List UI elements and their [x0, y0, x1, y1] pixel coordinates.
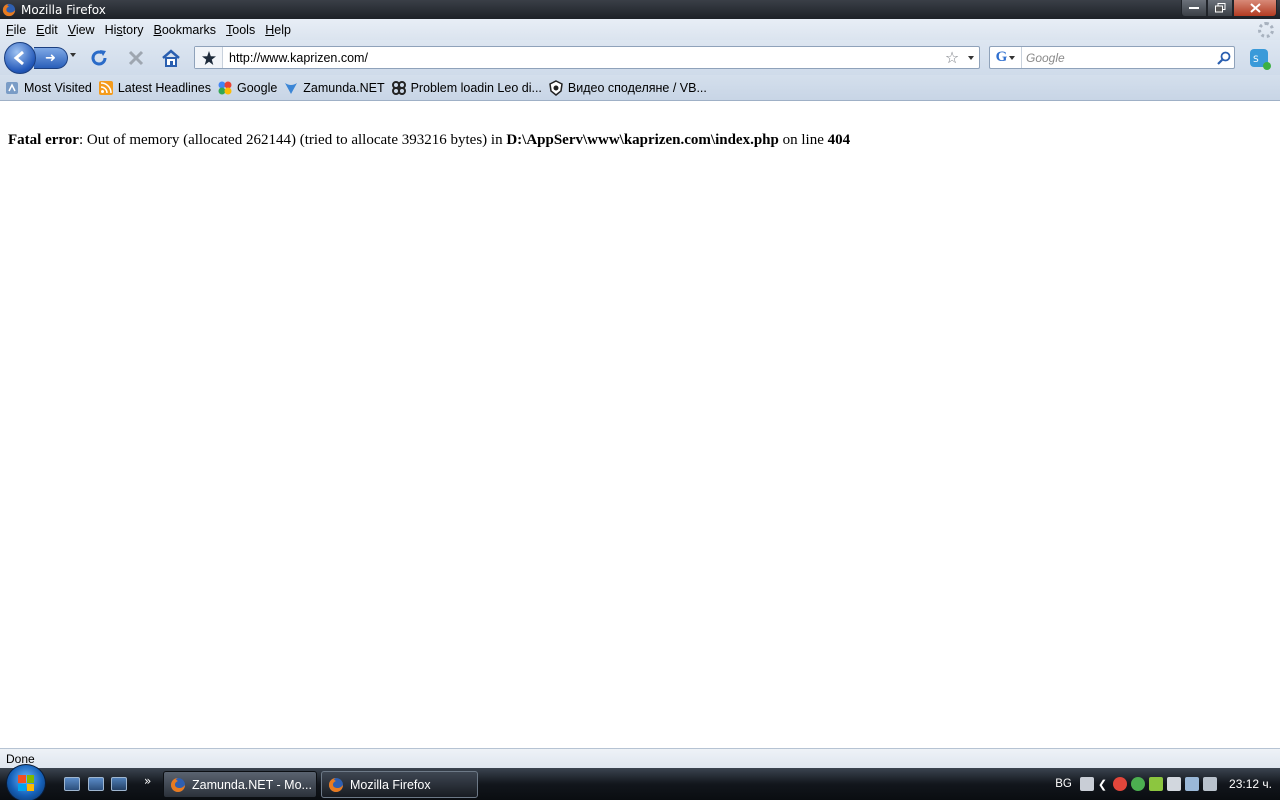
zamunda-icon — [283, 80, 299, 96]
stop-icon — [128, 50, 144, 66]
bookmark-problem-loading[interactable]: Problem loadin Leo di... — [391, 80, 542, 96]
bookmark-latest-headlines[interactable]: Latest Headlines — [98, 80, 211, 96]
tray-app-icon-green[interactable] — [1131, 777, 1146, 791]
tray-expand-icon[interactable]: ❮ — [1098, 778, 1107, 791]
url-bar: ☆ — [194, 46, 980, 69]
skype-addon-icon[interactable]: S — [1248, 47, 1272, 71]
language-indicator[interactable]: BG — [1055, 778, 1072, 790]
most-visited-icon — [4, 80, 20, 96]
search-bar: G — [989, 46, 1235, 69]
error-on-line-text: on line — [778, 132, 828, 148]
chevron-down-icon — [968, 55, 974, 60]
bookmark-video-sharing[interactable]: Видео споделяне / VB... — [548, 79, 707, 96]
taskbar-item-firefox[interactable]: Mozilla Firefox — [321, 771, 478, 798]
window-title: Mozilla Firefox — [21, 2, 106, 17]
site-identity-button[interactable] — [195, 47, 223, 68]
fatal-error-message: Fatal error: Out of memory (allocated 26… — [8, 132, 850, 149]
volume-icon[interactable] — [1203, 777, 1218, 791]
firefox-icon — [171, 777, 185, 792]
throbber-icon — [1258, 22, 1274, 38]
vbox-icon — [548, 79, 564, 96]
menu-history[interactable]: History — [101, 23, 148, 37]
menu-edit[interactable]: Edit — [32, 23, 62, 37]
bookmark-star-icon[interactable]: ☆ — [941, 48, 963, 67]
home-button[interactable] — [161, 48, 181, 68]
taskbar: » Zamunda.NET - Mo... Mozilla Firefox BG… — [0, 764, 1280, 800]
chevron-down-icon — [1009, 55, 1016, 60]
quicklaunch-more-icon[interactable]: » — [144, 774, 151, 788]
firefox-icon — [329, 777, 343, 792]
search-icon — [1217, 51, 1231, 65]
minimize-button[interactable] — [1181, 0, 1207, 17]
menu-tools[interactable]: Tools — [222, 23, 259, 37]
quicklaunch-app-icon[interactable] — [111, 777, 127, 791]
firefox-icon — [2, 3, 16, 16]
tray-app-icon[interactable] — [1167, 777, 1182, 791]
site-favicon-icon — [201, 50, 216, 65]
tray-app-icon-lime[interactable] — [1149, 777, 1164, 791]
google-engine-icon: G — [995, 49, 1008, 65]
url-dropdown-button[interactable] — [963, 55, 979, 60]
arrow-left-icon — [13, 50, 24, 66]
close-icon — [1249, 3, 1261, 13]
restore-icon — [1214, 3, 1225, 13]
bookmarks-toolbar: Most Visited Latest Headlines Google Zam… — [0, 75, 1280, 101]
error-file-path: D:\AppServ\www\kaprizen.com\index.php — [506, 132, 779, 148]
error-line-number: 404 — [827, 132, 851, 148]
system-tray: BG ❮ 23:12 ч. — [1055, 768, 1280, 800]
title-bar: Mozilla Firefox — [0, 0, 1280, 19]
stop-button[interactable] — [126, 48, 146, 68]
navigation-toolbar: ➜ ☆ G S — [0, 40, 1280, 75]
reload-button[interactable] — [89, 48, 109, 68]
keyboard-icon[interactable] — [1079, 777, 1094, 791]
clock[interactable]: 23:12 ч. — [1229, 777, 1272, 791]
status-text: Done — [6, 751, 35, 766]
reload-icon — [91, 50, 107, 66]
history-dropdown-icon[interactable] — [70, 53, 76, 57]
url-input[interactable] — [223, 50, 941, 65]
bookmark-most-visited[interactable]: Most Visited — [4, 80, 92, 96]
menu-file[interactable]: File — [2, 23, 30, 37]
menu-bar: File Edit View History Bookmarks Tools H… — [0, 19, 1280, 40]
close-button[interactable] — [1233, 0, 1277, 17]
tray-app-icon-red[interactable] — [1113, 777, 1128, 791]
forward-button[interactable]: ➜ — [34, 47, 68, 69]
start-button[interactable] — [6, 764, 46, 800]
search-engine-selector[interactable]: G — [990, 47, 1022, 68]
switch-windows-icon[interactable] — [88, 777, 104, 791]
bookmark-google[interactable]: Google — [217, 80, 277, 96]
show-desktop-icon[interactable] — [64, 777, 80, 791]
rss-icon — [98, 80, 114, 96]
bookmark-zamunda[interactable]: Zamunda.NET — [283, 80, 385, 96]
svg-text:S: S — [1253, 55, 1259, 65]
search-input[interactable] — [1022, 50, 1214, 65]
leo-icon — [391, 80, 407, 96]
menu-bookmarks[interactable]: Bookmarks — [150, 23, 221, 37]
back-button[interactable] — [4, 42, 36, 74]
menu-help[interactable]: Help — [261, 23, 295, 37]
minimize-icon — [1189, 7, 1199, 9]
menu-view[interactable]: View — [64, 23, 99, 37]
error-text: : Out of memory (allocated 262144) (trie… — [78, 132, 507, 148]
status-bar: Done — [0, 748, 1280, 768]
restore-button[interactable] — [1207, 0, 1233, 17]
arrow-right-icon: ➜ — [45, 50, 56, 66]
page-content: Fatal error: Out of memory (allocated 26… — [0, 102, 1280, 748]
google-icon — [217, 80, 233, 96]
windows-logo-icon — [18, 775, 34, 791]
search-button[interactable] — [1214, 51, 1234, 65]
error-label: Fatal error — [8, 132, 79, 148]
taskbar-item-zamunda[interactable]: Zamunda.NET - Mo... — [163, 771, 317, 798]
network-icon[interactable] — [1185, 777, 1200, 791]
home-icon — [162, 49, 180, 67]
